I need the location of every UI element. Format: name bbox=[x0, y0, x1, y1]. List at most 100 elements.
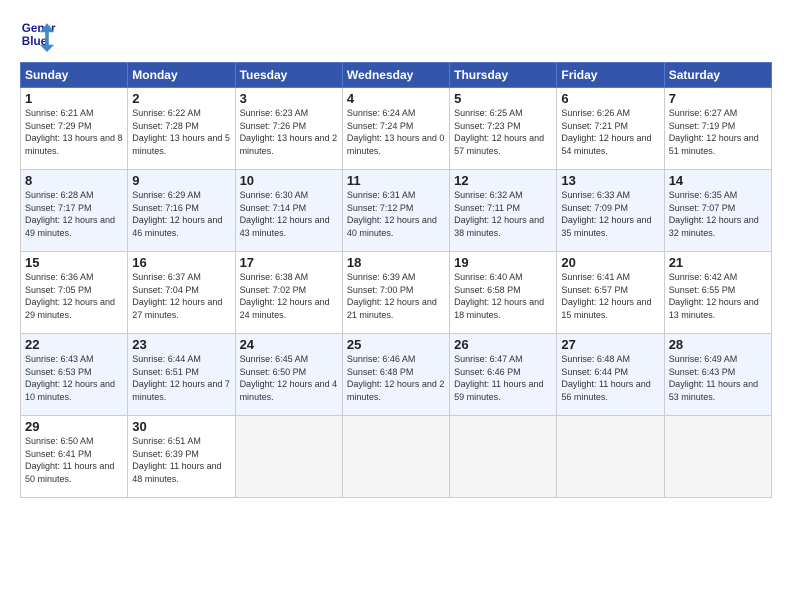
day-number: 12 bbox=[454, 173, 552, 188]
day-number: 4 bbox=[347, 91, 445, 106]
calendar-cell: 14 Sunrise: 6:35 AM Sunset: 7:07 PM Dayl… bbox=[664, 170, 771, 252]
calendar-cell: 19 Sunrise: 6:40 AM Sunset: 6:58 PM Dayl… bbox=[450, 252, 557, 334]
col-sunday: Sunday bbox=[21, 63, 128, 88]
day-info: Sunrise: 6:42 AM Sunset: 6:55 PM Dayligh… bbox=[669, 272, 759, 320]
calendar-cell: 24 Sunrise: 6:45 AM Sunset: 6:50 PM Dayl… bbox=[235, 334, 342, 416]
calendar-cell bbox=[450, 416, 557, 498]
day-info: Sunrise: 6:25 AM Sunset: 7:23 PM Dayligh… bbox=[454, 108, 544, 156]
calendar-cell: 25 Sunrise: 6:46 AM Sunset: 6:48 PM Dayl… bbox=[342, 334, 449, 416]
col-friday: Friday bbox=[557, 63, 664, 88]
day-number: 8 bbox=[25, 173, 123, 188]
day-info: Sunrise: 6:44 AM Sunset: 6:51 PM Dayligh… bbox=[132, 354, 230, 402]
calendar-cell: 26 Sunrise: 6:47 AM Sunset: 6:46 PM Dayl… bbox=[450, 334, 557, 416]
day-info: Sunrise: 6:36 AM Sunset: 7:05 PM Dayligh… bbox=[25, 272, 115, 320]
page: General Blue Sunday Monday Tuesday Wedne… bbox=[0, 0, 792, 612]
calendar-week-4: 22 Sunrise: 6:43 AM Sunset: 6:53 PM Dayl… bbox=[21, 334, 772, 416]
day-info: Sunrise: 6:26 AM Sunset: 7:21 PM Dayligh… bbox=[561, 108, 651, 156]
col-thursday: Thursday bbox=[450, 63, 557, 88]
day-info: Sunrise: 6:47 AM Sunset: 6:46 PM Dayligh… bbox=[454, 354, 543, 402]
calendar-cell: 11 Sunrise: 6:31 AM Sunset: 7:12 PM Dayl… bbox=[342, 170, 449, 252]
calendar-cell: 6 Sunrise: 6:26 AM Sunset: 7:21 PM Dayli… bbox=[557, 88, 664, 170]
day-number: 5 bbox=[454, 91, 552, 106]
calendar-cell: 4 Sunrise: 6:24 AM Sunset: 7:24 PM Dayli… bbox=[342, 88, 449, 170]
day-number: 19 bbox=[454, 255, 552, 270]
calendar: Sunday Monday Tuesday Wednesday Thursday… bbox=[20, 62, 772, 498]
day-info: Sunrise: 6:29 AM Sunset: 7:16 PM Dayligh… bbox=[132, 190, 222, 238]
day-info: Sunrise: 6:51 AM Sunset: 6:39 PM Dayligh… bbox=[132, 436, 221, 484]
day-number: 14 bbox=[669, 173, 767, 188]
calendar-cell: 29 Sunrise: 6:50 AM Sunset: 6:41 PM Dayl… bbox=[21, 416, 128, 498]
day-info: Sunrise: 6:46 AM Sunset: 6:48 PM Dayligh… bbox=[347, 354, 445, 402]
day-info: Sunrise: 6:24 AM Sunset: 7:24 PM Dayligh… bbox=[347, 108, 445, 156]
day-number: 16 bbox=[132, 255, 230, 270]
calendar-week-2: 8 Sunrise: 6:28 AM Sunset: 7:17 PM Dayli… bbox=[21, 170, 772, 252]
calendar-cell: 23 Sunrise: 6:44 AM Sunset: 6:51 PM Dayl… bbox=[128, 334, 235, 416]
day-info: Sunrise: 6:39 AM Sunset: 7:00 PM Dayligh… bbox=[347, 272, 437, 320]
header: General Blue bbox=[20, 16, 772, 52]
day-info: Sunrise: 6:49 AM Sunset: 6:43 PM Dayligh… bbox=[669, 354, 758, 402]
calendar-cell: 12 Sunrise: 6:32 AM Sunset: 7:11 PM Dayl… bbox=[450, 170, 557, 252]
day-number: 6 bbox=[561, 91, 659, 106]
day-number: 7 bbox=[669, 91, 767, 106]
calendar-cell: 20 Sunrise: 6:41 AM Sunset: 6:57 PM Dayl… bbox=[557, 252, 664, 334]
day-info: Sunrise: 6:38 AM Sunset: 7:02 PM Dayligh… bbox=[240, 272, 330, 320]
day-number: 18 bbox=[347, 255, 445, 270]
calendar-cell: 18 Sunrise: 6:39 AM Sunset: 7:00 PM Dayl… bbox=[342, 252, 449, 334]
day-info: Sunrise: 6:22 AM Sunset: 7:28 PM Dayligh… bbox=[132, 108, 230, 156]
day-number: 27 bbox=[561, 337, 659, 352]
calendar-cell: 17 Sunrise: 6:38 AM Sunset: 7:02 PM Dayl… bbox=[235, 252, 342, 334]
day-info: Sunrise: 6:50 AM Sunset: 6:41 PM Dayligh… bbox=[25, 436, 114, 484]
day-info: Sunrise: 6:35 AM Sunset: 7:07 PM Dayligh… bbox=[669, 190, 759, 238]
calendar-cell: 9 Sunrise: 6:29 AM Sunset: 7:16 PM Dayli… bbox=[128, 170, 235, 252]
calendar-week-3: 15 Sunrise: 6:36 AM Sunset: 7:05 PM Dayl… bbox=[21, 252, 772, 334]
day-number: 26 bbox=[454, 337, 552, 352]
calendar-cell: 28 Sunrise: 6:49 AM Sunset: 6:43 PM Dayl… bbox=[664, 334, 771, 416]
calendar-cell: 16 Sunrise: 6:37 AM Sunset: 7:04 PM Dayl… bbox=[128, 252, 235, 334]
day-info: Sunrise: 6:41 AM Sunset: 6:57 PM Dayligh… bbox=[561, 272, 651, 320]
day-number: 9 bbox=[132, 173, 230, 188]
day-info: Sunrise: 6:37 AM Sunset: 7:04 PM Dayligh… bbox=[132, 272, 222, 320]
day-number: 30 bbox=[132, 419, 230, 434]
day-info: Sunrise: 6:33 AM Sunset: 7:09 PM Dayligh… bbox=[561, 190, 651, 238]
calendar-cell bbox=[664, 416, 771, 498]
col-monday: Monday bbox=[128, 63, 235, 88]
calendar-cell: 13 Sunrise: 6:33 AM Sunset: 7:09 PM Dayl… bbox=[557, 170, 664, 252]
calendar-cell: 10 Sunrise: 6:30 AM Sunset: 7:14 PM Dayl… bbox=[235, 170, 342, 252]
day-number: 2 bbox=[132, 91, 230, 106]
day-number: 22 bbox=[25, 337, 123, 352]
calendar-cell: 30 Sunrise: 6:51 AM Sunset: 6:39 PM Dayl… bbox=[128, 416, 235, 498]
calendar-cell: 27 Sunrise: 6:48 AM Sunset: 6:44 PM Dayl… bbox=[557, 334, 664, 416]
day-number: 25 bbox=[347, 337, 445, 352]
col-saturday: Saturday bbox=[664, 63, 771, 88]
day-info: Sunrise: 6:27 AM Sunset: 7:19 PM Dayligh… bbox=[669, 108, 759, 156]
day-number: 17 bbox=[240, 255, 338, 270]
col-tuesday: Tuesday bbox=[235, 63, 342, 88]
day-number: 15 bbox=[25, 255, 123, 270]
day-number: 11 bbox=[347, 173, 445, 188]
day-info: Sunrise: 6:30 AM Sunset: 7:14 PM Dayligh… bbox=[240, 190, 330, 238]
day-info: Sunrise: 6:23 AM Sunset: 7:26 PM Dayligh… bbox=[240, 108, 338, 156]
day-number: 1 bbox=[25, 91, 123, 106]
logo: General Blue bbox=[20, 16, 60, 52]
col-wednesday: Wednesday bbox=[342, 63, 449, 88]
day-info: Sunrise: 6:32 AM Sunset: 7:11 PM Dayligh… bbox=[454, 190, 544, 238]
calendar-cell: 15 Sunrise: 6:36 AM Sunset: 7:05 PM Dayl… bbox=[21, 252, 128, 334]
calendar-cell: 8 Sunrise: 6:28 AM Sunset: 7:17 PM Dayli… bbox=[21, 170, 128, 252]
day-number: 10 bbox=[240, 173, 338, 188]
calendar-cell: 2 Sunrise: 6:22 AM Sunset: 7:28 PM Dayli… bbox=[128, 88, 235, 170]
day-info: Sunrise: 6:28 AM Sunset: 7:17 PM Dayligh… bbox=[25, 190, 115, 238]
day-info: Sunrise: 6:48 AM Sunset: 6:44 PM Dayligh… bbox=[561, 354, 650, 402]
calendar-cell: 22 Sunrise: 6:43 AM Sunset: 6:53 PM Dayl… bbox=[21, 334, 128, 416]
calendar-cell bbox=[557, 416, 664, 498]
calendar-header-row: Sunday Monday Tuesday Wednesday Thursday… bbox=[21, 63, 772, 88]
day-number: 20 bbox=[561, 255, 659, 270]
day-number: 21 bbox=[669, 255, 767, 270]
day-number: 3 bbox=[240, 91, 338, 106]
day-number: 23 bbox=[132, 337, 230, 352]
day-info: Sunrise: 6:31 AM Sunset: 7:12 PM Dayligh… bbox=[347, 190, 437, 238]
calendar-cell bbox=[235, 416, 342, 498]
day-number: 28 bbox=[669, 337, 767, 352]
day-info: Sunrise: 6:43 AM Sunset: 6:53 PM Dayligh… bbox=[25, 354, 115, 402]
calendar-cell bbox=[342, 416, 449, 498]
calendar-cell: 3 Sunrise: 6:23 AM Sunset: 7:26 PM Dayli… bbox=[235, 88, 342, 170]
